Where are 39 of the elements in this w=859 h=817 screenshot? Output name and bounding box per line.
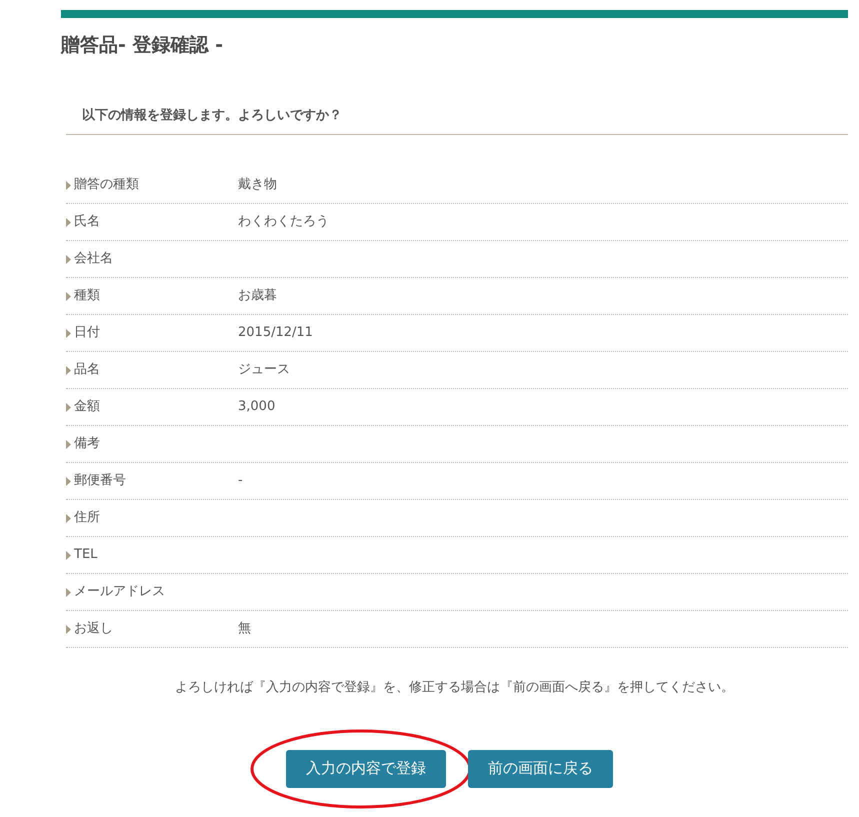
action-button[interactable]: 前の画面に戻る	[468, 750, 613, 788]
instruction-text: よろしければ『入力の内容で登録』を、修正する場合は『前の画面へ戻る』を押してください。	[174, 679, 735, 697]
action-button[interactable]: 入力の内容で登録	[286, 750, 446, 788]
triangle-icon	[66, 440, 71, 448]
field-label: 種類	[74, 287, 100, 306]
field-value: 無	[238, 620, 251, 638]
field-value: 2015/12/11	[238, 324, 313, 342]
page-title: 贈答品- 登録確認 -	[61, 33, 224, 58]
triangle-icon	[66, 624, 71, 634]
field-label: 住所	[74, 509, 100, 528]
field-value: -	[238, 472, 243, 490]
field-value: わくわくたろう	[238, 213, 329, 232]
field-value: 戴き物	[238, 176, 277, 194]
triangle-icon	[66, 218, 71, 226]
triangle-icon	[66, 476, 71, 486]
triangle-icon	[66, 402, 71, 412]
field-label: 金額	[74, 398, 100, 416]
field-label: 氏名	[74, 213, 100, 232]
field-value: 3,000	[238, 398, 276, 416]
confirm-heading: 以下の情報を登録します。よろしいですか？	[82, 108, 342, 123]
triangle-icon	[66, 254, 71, 264]
field-label: 贈答の種類	[74, 176, 139, 194]
field-label: 日付	[74, 324, 100, 342]
field-label: 品名	[74, 361, 100, 380]
field-label: メールアドレス	[74, 583, 165, 602]
field-value: ジュース	[238, 361, 290, 380]
field-label: 会社名	[74, 250, 113, 268]
field-value: お歳暮	[238, 287, 277, 306]
triangle-icon	[66, 588, 71, 596]
field-label: TEL	[74, 546, 98, 564]
triangle-icon	[66, 514, 71, 522]
triangle-icon	[66, 366, 71, 374]
triangle-icon	[66, 180, 71, 190]
triangle-icon	[66, 550, 71, 560]
field-label: お返し	[74, 620, 113, 638]
triangle-icon	[66, 328, 71, 338]
triangle-icon	[66, 292, 71, 300]
field-label: 備考	[74, 435, 100, 454]
field-label: 郵便番号	[74, 472, 126, 490]
